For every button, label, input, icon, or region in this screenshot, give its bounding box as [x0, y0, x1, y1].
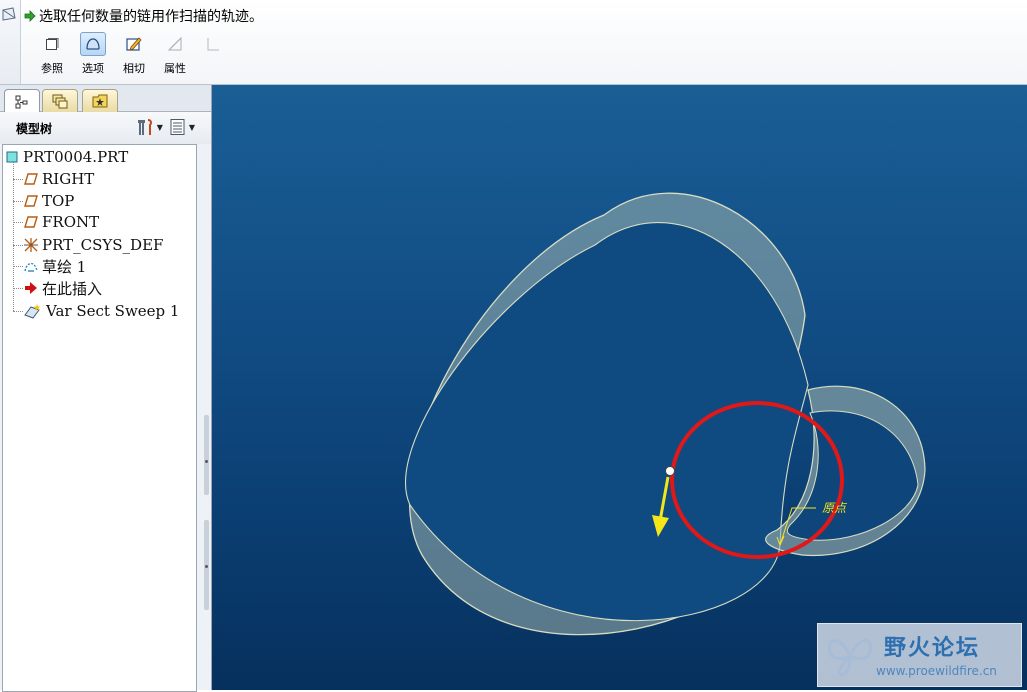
tool-reference-label: 参照 — [41, 62, 63, 75]
panel-splitter[interactable] — [203, 415, 211, 615]
csys-icon — [23, 237, 39, 253]
tool-properties-label: 属性 — [164, 62, 186, 75]
tree-item-label: FRONT — [42, 213, 100, 231]
var-sect-sweep-icon — [23, 303, 43, 319]
tree-item-label: Var Sect Sweep 1 — [46, 302, 180, 320]
model-tree-tools: ▼ ▼ — [135, 118, 195, 136]
graphics-window[interactable]: 原点 野火论坛 www.proewildfire.cn — [212, 85, 1027, 690]
dashboard-tools: 参照 选项 相切 属性 — [36, 32, 220, 76]
tool-properties[interactable]: 属性 — [159, 32, 191, 76]
origin-label: 原点 — [822, 501, 847, 515]
tool-tangency[interactable]: 相切 — [118, 32, 150, 76]
sweep-feature-icon — [2, 7, 16, 21]
model-tree-tab-icon — [15, 95, 28, 108]
navigator-tabs — [0, 85, 211, 113]
message-prompt: 选取任何数量的链用作扫描的轨迹。 — [24, 7, 263, 25]
tree-item-top[interactable]: TOP — [23, 190, 74, 212]
prompt-arrow-icon — [24, 10, 36, 22]
tree-settings-button[interactable]: ▼ — [135, 118, 163, 136]
tool-options[interactable]: 选项 — [77, 32, 109, 76]
chevron-down-icon: ▼ — [156, 122, 163, 132]
tree-item-label: TOP — [42, 192, 75, 210]
tree-item-label: PRT0004.PRT — [23, 148, 129, 166]
navigator-panel: 模型树 ▼ ▼ PRT0004.PRT RIGHT TOP FRONT PRT_… — [0, 85, 212, 692]
part-icon — [4, 149, 20, 165]
tree-item-front[interactable]: FRONT — [23, 211, 99, 233]
tool-reference[interactable]: 参照 — [36, 32, 68, 76]
tree-item-insert-here[interactable]: 在此插入 — [23, 277, 102, 299]
tree-item-right[interactable]: RIGHT — [23, 168, 94, 190]
model-tree-tab[interactable] — [4, 89, 40, 113]
watermark-url: www.proewildfire.cn — [876, 664, 997, 678]
frame-icon — [207, 38, 219, 51]
tree-item-part[interactable]: PRT0004.PRT — [4, 146, 128, 168]
prompt-text: 选取任何数量的链用作扫描的轨迹。 — [39, 9, 263, 25]
tree-item-label: 在此插入 — [42, 279, 103, 298]
reference-icon — [46, 38, 59, 50]
layers-tab-icon — [52, 94, 68, 109]
tree-item-label: 草绘 1 — [42, 257, 87, 276]
model-tree-header: 模型树 ▼ ▼ — [0, 112, 211, 144]
tangency-icon — [126, 37, 142, 51]
watermark: 野火论坛 www.proewildfire.cn — [817, 623, 1022, 687]
tree-item-label: PRT_CSYS_DEF — [42, 236, 164, 254]
insert-here-arrow-icon — [23, 280, 39, 296]
tree-columns-button[interactable]: ▼ — [169, 118, 195, 136]
datum-plane-icon — [23, 193, 39, 209]
model-tree: PRT0004.PRT RIGHT TOP FRONT PRT_CSYS_DEF… — [2, 144, 197, 692]
tree-item-csys[interactable]: PRT_CSYS_DEF — [23, 234, 163, 256]
favorites-tab[interactable] — [82, 89, 118, 112]
tree-item-var-sect-sweep[interactable]: Var Sect Sweep 1 — [23, 300, 179, 322]
datum-plane-icon — [23, 171, 39, 187]
tree-item-sketch[interactable]: 草绘 1 — [23, 255, 86, 277]
tree-settings-icon — [137, 119, 152, 135]
start-point-marker — [665, 466, 675, 476]
model-tree-title: 模型树 — [16, 122, 53, 136]
feature-dashboard: 选取任何数量的链用作扫描的轨迹。 参照 选项 相切 属性 — [0, 0, 1027, 85]
tool-extra[interactable] — [200, 32, 220, 76]
tree-item-label: RIGHT — [42, 170, 95, 188]
tool-options-label: 选项 — [82, 62, 104, 75]
tree-columns-icon — [170, 119, 185, 135]
model-3d-view[interactable] — [212, 85, 1027, 690]
dashboard-gutter — [0, 0, 21, 84]
properties-icon — [167, 36, 182, 51]
favorites-tab-icon — [92, 94, 108, 108]
watermark-title: 野火论坛 — [884, 636, 981, 661]
layers-tab[interactable] — [42, 89, 78, 112]
tool-tangency-label: 相切 — [123, 62, 145, 75]
sweep-surface-large-inner — [405, 222, 809, 622]
datum-plane-icon — [23, 214, 39, 230]
sketch-icon — [23, 258, 39, 274]
butterfly-logo-icon — [827, 639, 873, 676]
chevron-down-icon: ▼ — [188, 122, 195, 132]
options-icon — [86, 38, 100, 50]
